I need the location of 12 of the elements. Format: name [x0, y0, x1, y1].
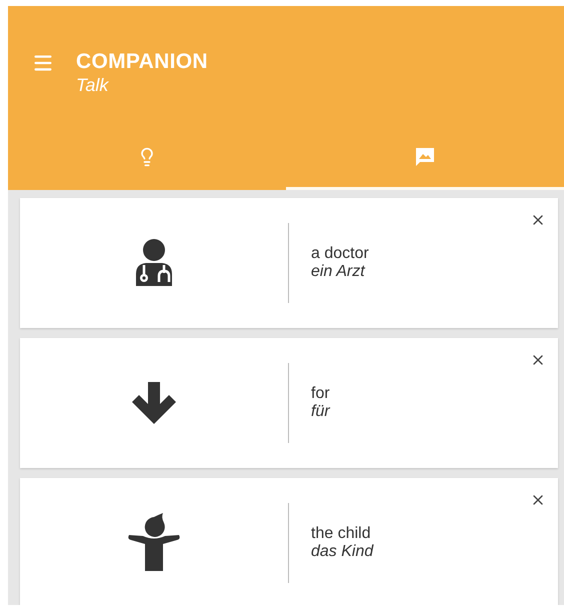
image-message-icon	[414, 146, 436, 168]
down-arrow-icon	[131, 380, 177, 426]
doctor-icon	[134, 238, 174, 288]
english-word: for	[311, 385, 331, 403]
german-word: das Kind	[311, 543, 375, 561]
app-subtitle: Talk	[76, 75, 110, 96]
german-word: ein Arzt	[311, 263, 366, 281]
app-title: COMPANION	[76, 50, 208, 74]
english-word: the child	[311, 525, 372, 543]
child-icon	[127, 513, 181, 573]
german-word: für	[311, 403, 332, 421]
english-word: a doctor	[311, 245, 370, 263]
